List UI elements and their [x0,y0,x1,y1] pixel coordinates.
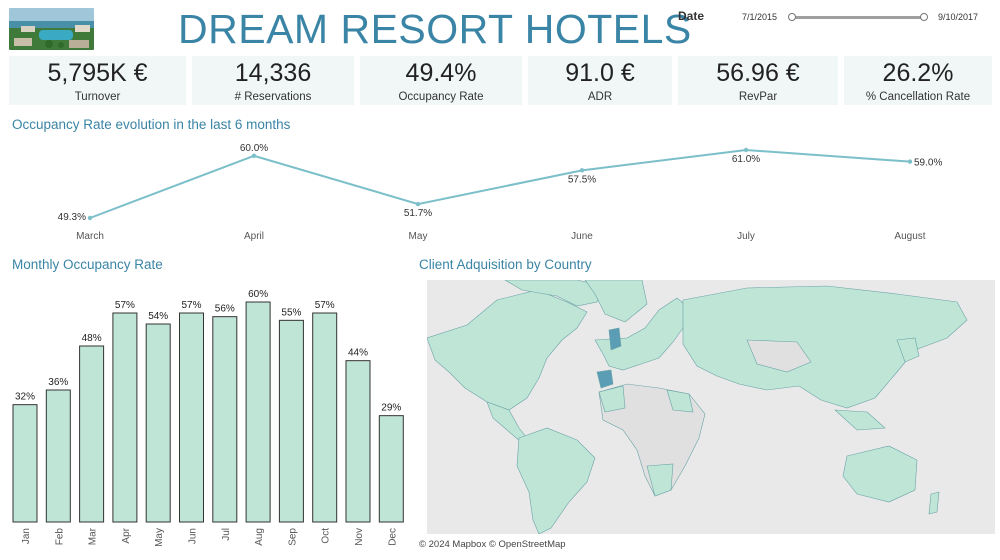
slider-end-handle[interactable] [920,13,928,21]
kpi-value: 5,795K € [47,59,148,87]
line-point-august [907,159,913,164]
kpi-value: 91.0 € [565,59,635,87]
date-range-slider[interactable] [788,13,928,21]
line-axis-label-april: April [244,231,264,242]
kpi-label: % Cancellation Rate [865,91,971,103]
map-credit: © 2024 Mapbox © OpenStreetMap [419,539,566,550]
map-title: Client Adquisition by Country [419,257,592,272]
bar-axis-label-feb: Feb [54,528,65,546]
bar-axis-label-jul: Jul [221,528,232,541]
kpi-card-adr: 91.0 € ADR [528,56,672,105]
kpi-card-turnover: 5,795K € Turnover [9,56,186,105]
bar-axis-label-aug: Aug [254,528,265,546]
bar-label-may: 54% [148,311,168,322]
map-region-asia [682,285,968,409]
map-region-new-zealand [928,491,940,515]
kpi-label: Occupancy Rate [398,91,484,103]
date-filter-label: Date [678,9,705,23]
bar-label-dec: 29% [381,403,401,414]
bar-label-oct: 57% [315,300,335,311]
world-map[interactable] [427,280,995,534]
hotel-photo [9,8,94,50]
bar-jul [212,316,238,523]
line-label-august: 59.0% [914,158,942,169]
bar-axis-label-oct: Oct [321,528,332,544]
bar-dec [378,415,404,523]
line-axis-label-may: May [409,231,428,242]
bar-axis-label-jan: Jan [21,528,32,544]
bar-axis-label-mar: Mar [88,527,99,545]
page-title: DREAM RESORT HOTELS [178,6,692,52]
monthly-occupancy-bar-chart: 32% Jan 36% Feb 48% Mar 57% Apr 54% May 57% Jun 56% J… [12,289,404,547]
map-region-north-america [427,289,588,411]
bar-jan [12,404,38,523]
bar-label-feb: 36% [48,377,68,388]
kpi-card-occupancy: 49.4% Occupancy Rate [360,56,522,105]
bar-axis-label-apr: Apr [121,527,132,543]
bar-aug [245,301,271,523]
line-axis-label-march: March [76,231,104,242]
bar-axis-label-may: May [154,528,165,547]
bar-mar [79,345,105,523]
bar-axis-label-dec: Dec [387,528,398,546]
bar-jun [179,312,204,523]
bar-sep [278,319,304,523]
bar-axis-label-sep: Sep [287,528,298,546]
bar-label-jun: 57% [181,300,201,311]
map-region-south-america [516,427,596,534]
bar-label-jul: 56% [215,304,235,315]
kpi-label: RevPar [738,91,778,103]
kpi-label: # Reservations [234,91,312,103]
map-region-southeast-asia [834,409,886,431]
bar-chart-title: Monthly Occupancy Rate [12,257,163,272]
map-region-australia [842,445,918,503]
map-region-uk [608,327,622,351]
line-point-may [415,201,421,207]
slider-start-handle[interactable] [788,13,796,21]
line-point-april [251,153,257,159]
line-label-july: 61.0% [732,154,760,165]
occupancy-line-chart: 49.3% March 60.0% April 51.7% May 57.5% June 61.… [58,143,943,242]
line-axis-label-june: June [571,231,593,242]
occupancy-trend-line [89,148,911,219]
line-point-june [579,168,585,173]
kpi-label: ADR [587,91,613,103]
kpi-label: Turnover [74,91,121,103]
bar-label-sep: 55% [281,307,301,318]
line-label-april: 60.0% [240,143,268,154]
line-point-march [87,215,93,221]
line-axis-label-july: July [737,231,755,242]
bar-feb [45,389,71,523]
bar-nov [345,360,371,523]
line-point-july [743,147,749,153]
kpi-card-revpar: 56.96 € RevPar [678,56,838,105]
map-region-southern-africa [646,463,674,497]
map-region-portugal [596,369,614,389]
bar-label-jan: 32% [15,392,35,403]
kpi-card-reservations: 14,336 # Reservations [192,56,354,105]
kpi-value: 56.96 € [716,59,800,87]
bar-label-apr: 57% [115,300,135,311]
hotel-photo-art [9,8,94,50]
kpi-value: 26.2% [882,59,954,87]
bar-may [145,323,171,523]
bar-axis-label-nov: Nov [354,528,365,546]
bar-label-aug: 60% [248,289,268,300]
bar-oct [312,312,338,523]
world-map-art [427,280,968,534]
bar-apr [112,312,138,523]
bar-axis-label-jun: Jun [188,528,199,544]
kpi-value: 49.4% [405,59,477,87]
bar-label-mar: 48% [82,333,102,344]
bar-label-nov: 44% [348,348,368,359]
kpi-card-cancellation: 26.2% % Cancellation Rate [844,56,992,105]
date-filter-start: 7/1/2015 [742,12,778,22]
line-label-june: 57.5% [568,174,596,185]
line-axis-label-august: August [894,231,925,242]
line-label-may: 51.7% [404,208,432,219]
line-label-march: 49.3% [58,212,86,223]
date-filter-end: 9/10/2017 [938,12,979,22]
line-chart-title: Occupancy Rate evolution in the last 6 m… [12,117,291,132]
kpi-value: 14,336 [234,59,312,87]
